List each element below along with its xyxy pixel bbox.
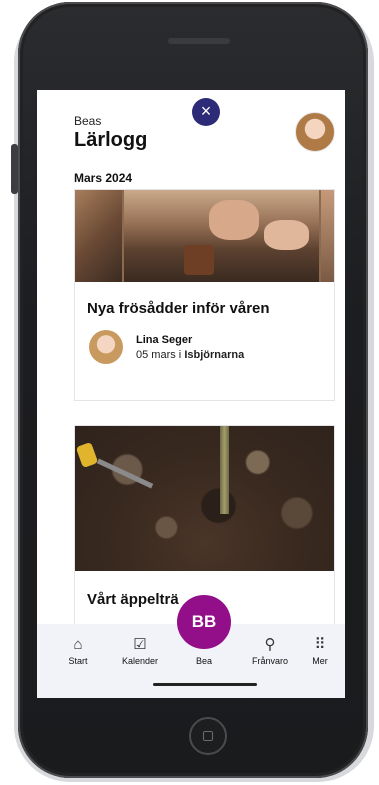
home-indicator	[153, 683, 257, 686]
absence-icon: ⚲	[264, 636, 276, 653]
photo-hand	[264, 220, 309, 250]
post-meta: 05 mars i Isbjörnarna	[136, 349, 244, 361]
home-button-icon	[203, 731, 213, 741]
nav-item-franvaro[interactable]: ⚲ Frånvaro	[245, 624, 295, 684]
post-title: Vårt äppelträ	[87, 591, 179, 608]
photo-hand	[209, 200, 259, 240]
nav-item-mer[interactable]: ⠿ Mer	[295, 624, 345, 684]
nav-label: Mer	[312, 656, 328, 666]
phone-home-button[interactable]	[189, 717, 227, 755]
page-title: Lärlogg	[74, 129, 148, 151]
profile-fab-label: Bea	[195, 656, 212, 666]
profile-fab-button[interactable]: BB	[177, 595, 231, 649]
nav-label: Start	[68, 656, 88, 666]
section-month-heading: Mars 2024	[74, 171, 133, 185]
app-header: Beas Lärlogg	[37, 90, 345, 168]
author-name: Lina Seger	[136, 334, 193, 346]
child-avatar[interactable]	[295, 112, 335, 152]
post-photo	[75, 426, 334, 571]
nav-label: Kalender	[121, 656, 159, 666]
post-group: Isbjörnarna	[184, 349, 245, 361]
post-title: Nya frösådder inför våren	[87, 300, 270, 317]
photo-panel-left	[75, 190, 122, 282]
post-card[interactable]: Nya frösådder inför våren Lina Seger 05 …	[74, 189, 335, 401]
child-name: Beas	[74, 114, 102, 128]
photo-leaves	[75, 426, 334, 571]
phone-speaker	[168, 38, 230, 44]
nav-label: Frånvaro	[251, 656, 288, 666]
nav-item-kalender[interactable]: ☑ Kalender	[115, 624, 165, 684]
photo-tree-trunk	[220, 426, 229, 514]
close-button[interactable]: ×	[192, 98, 220, 126]
post-date: 05 mars i	[136, 349, 182, 361]
author-avatar	[89, 330, 123, 364]
phone-side-button	[11, 144, 18, 194]
close-icon: ×	[200, 101, 212, 121]
photo-seed-pot	[184, 245, 214, 275]
grid-icon: ⠿	[314, 636, 326, 653]
photo-panel-main	[124, 190, 319, 282]
home-icon: ⌂	[73, 636, 83, 653]
app-screen: Beas Lärlogg × Mars 2024 Nya frösådder i…	[37, 90, 345, 698]
post-photo	[75, 190, 334, 282]
photo-panel-right	[321, 190, 334, 282]
calendar-icon: ☑	[133, 636, 147, 653]
nav-item-start[interactable]: ⌂ Start	[53, 624, 103, 684]
